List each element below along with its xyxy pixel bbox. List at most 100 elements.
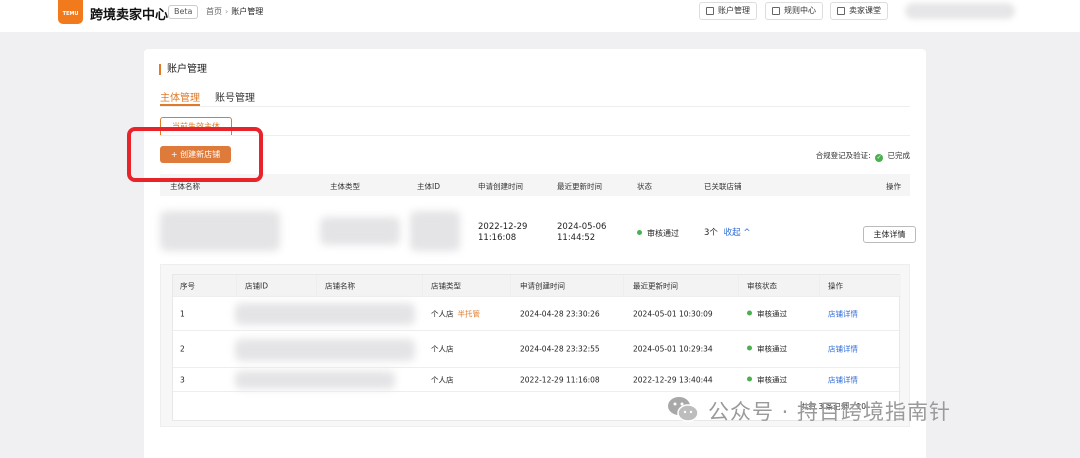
user-account-menu[interactable] <box>905 3 1015 19</box>
entity-type-redacted <box>320 217 400 245</box>
account-management-button[interactable]: 账户管理 <box>699 2 757 20</box>
updated-date: 2024-05-06 <box>557 222 607 232</box>
shop-type: 个人店 <box>431 374 458 385</box>
collapse-toggle[interactable]: 收起 ^ <box>724 228 751 238</box>
linked-shops-count: 3个 <box>704 228 718 238</box>
shop-status: 审核通过 <box>747 344 787 355</box>
column-divider <box>236 275 237 296</box>
shop-no: 3 <box>180 375 185 384</box>
shop-type-text: 个人店 <box>431 375 454 384</box>
shop-created: 2024-04-28 23:32:55 <box>520 344 600 354</box>
status-dot-icon <box>637 230 642 235</box>
highlight-annotation <box>127 127 263 182</box>
tab-entity-management[interactable]: 主体管理 <box>160 89 200 104</box>
entity-created-time: 2022-12-29 11:16:08 <box>478 222 527 244</box>
column-divider <box>510 275 511 296</box>
semi-managed-tag: 半托管 <box>457 309 481 318</box>
account-management-label: 账户管理 <box>718 6 750 15</box>
header-shop-updated: 最近更新时间 <box>633 281 678 290</box>
tab-divider <box>160 106 910 107</box>
column-divider <box>819 275 820 296</box>
tab-account-management[interactable]: 账号管理 <box>215 89 255 104</box>
breadcrumb: 首页 › 账户管理 <box>206 6 263 17</box>
header-created-time: 申请创建时间 <box>478 182 523 191</box>
header-review-status: 审核状态 <box>747 281 777 290</box>
shop-row: 2 个人店 2024-04-28 23:32:55 2024-05-01 10:… <box>173 331 901 368</box>
logo-text: TEMU <box>62 11 79 17</box>
header-no: 序号 <box>180 281 195 290</box>
seller-class-button[interactable]: 卖家课堂 <box>830 2 888 20</box>
header-entity-name: 主体名称 <box>170 182 200 191</box>
shop-no: 2 <box>180 344 185 354</box>
breadcrumb-separator-icon: › <box>225 7 229 16</box>
breadcrumb-home[interactable]: 首页 <box>206 7 222 16</box>
column-divider <box>316 275 317 296</box>
section-title: 账户管理 <box>159 64 207 75</box>
status-dot-icon <box>747 345 752 351</box>
entity-name-redacted <box>160 211 280 251</box>
compliance-label: 合规登记及验证: <box>815 151 871 160</box>
header-shop-type: 店铺类型 <box>431 281 461 290</box>
shop-status-text: 审核通过 <box>757 344 787 354</box>
check-circle-icon: ✓ <box>875 154 884 162</box>
entity-detail-button[interactable]: 主体详情 <box>863 226 916 243</box>
book-icon <box>837 7 845 15</box>
header-shop-id: 店铺ID <box>245 281 268 290</box>
document-icon <box>772 7 780 15</box>
seller-class-label: 卖家课堂 <box>849 6 881 15</box>
shop-created: 2024-04-28 23:30:26 <box>520 309 600 318</box>
created-date: 2022-12-29 <box>478 222 528 232</box>
header-shop-name: 店铺名称 <box>325 281 355 290</box>
shop-created: 2022-12-29 11:16:08 <box>520 375 600 384</box>
shop-status-text: 审核通过 <box>757 309 787 318</box>
header-shop-actions: 操作 <box>828 281 843 290</box>
column-divider <box>738 275 739 296</box>
watermark-text: 公众号 · 持目跨境指南针 <box>708 400 952 424</box>
shop-status-text: 审核通过 <box>757 375 787 384</box>
picture-icon <box>706 7 714 15</box>
entity-updated-time: 2024-05-06 11:44:52 <box>557 222 606 244</box>
compliance-value: 已完成 <box>887 151 911 160</box>
wechat-icon <box>668 397 699 422</box>
rules-center-button[interactable]: 规则中心 <box>765 2 823 20</box>
shop-updated: 2024-05-01 10:29:34 <box>633 344 713 354</box>
shop-type: 个人店 半托管 <box>431 308 480 319</box>
shop-detail-link[interactable]: 店铺详情 <box>828 374 858 385</box>
status-dot-icon <box>747 310 752 315</box>
entity-status-text: 审核通过 <box>647 229 679 238</box>
updated-time: 11:44:52 <box>557 233 596 243</box>
temu-logo[interactable]: TEMU <box>58 0 83 24</box>
column-divider <box>422 275 423 296</box>
shop-type-text: 个人店 <box>431 344 454 354</box>
column-divider <box>623 275 624 296</box>
shop-status: 审核通过 <box>747 308 787 319</box>
linked-shops: 3个 收起 ^ <box>704 228 750 239</box>
status-dot-icon <box>747 376 752 381</box>
header-actions: 操作 <box>886 182 901 191</box>
header-entity-type: 主体类型 <box>330 182 360 191</box>
app-title: 跨境卖家中心 <box>90 8 169 23</box>
header-entity-id: 主体ID <box>417 182 440 191</box>
beta-badge: Beta <box>168 5 199 19</box>
shop-no: 1 <box>180 309 185 318</box>
compliance-status: 合规登记及验证: ✓ 已完成 <box>816 150 910 162</box>
rules-center-label: 规则中心 <box>784 6 816 15</box>
shop-updated: 2024-05-01 10:30:09 <box>633 309 713 318</box>
shop-row: 1 个人店 半托管 2024-04-28 23:30:26 2024-05-01 … <box>173 297 901 331</box>
entity-id-redacted <box>410 211 460 251</box>
entity-row: 2022-12-29 11:16:08 2024-05-06 11:44:52 … <box>160 205 916 265</box>
shop-detail-link[interactable]: 店铺详情 <box>828 344 858 355</box>
shop-row: 3 个人店 2022-12-29 11:16:08 2022-12-29 13:… <box>173 368 901 392</box>
shop-id-name-redacted <box>235 339 415 361</box>
created-time: 11:16:08 <box>478 233 517 243</box>
subtab-divider <box>160 135 910 136</box>
shop-id-name-redacted <box>235 303 415 325</box>
shop-detail-link[interactable]: 店铺详情 <box>828 308 858 319</box>
header-status: 状态 <box>637 182 652 191</box>
shop-id-name-redacted <box>235 371 395 389</box>
header-updated-time: 最近更新时间 <box>557 182 602 191</box>
entity-status: 审核通过 <box>637 228 679 239</box>
shops-table-header: 序号 店铺ID 店铺名称 店铺类型 申请创建时间 最近更新时间 审核状态 操作 <box>173 275 901 297</box>
top-bar: TEMU 跨境卖家中心 Beta 首页 › 账户管理 账户管理 规则中心 卖家课堂 <box>0 0 1080 32</box>
shop-type: 个人店 <box>431 344 458 355</box>
